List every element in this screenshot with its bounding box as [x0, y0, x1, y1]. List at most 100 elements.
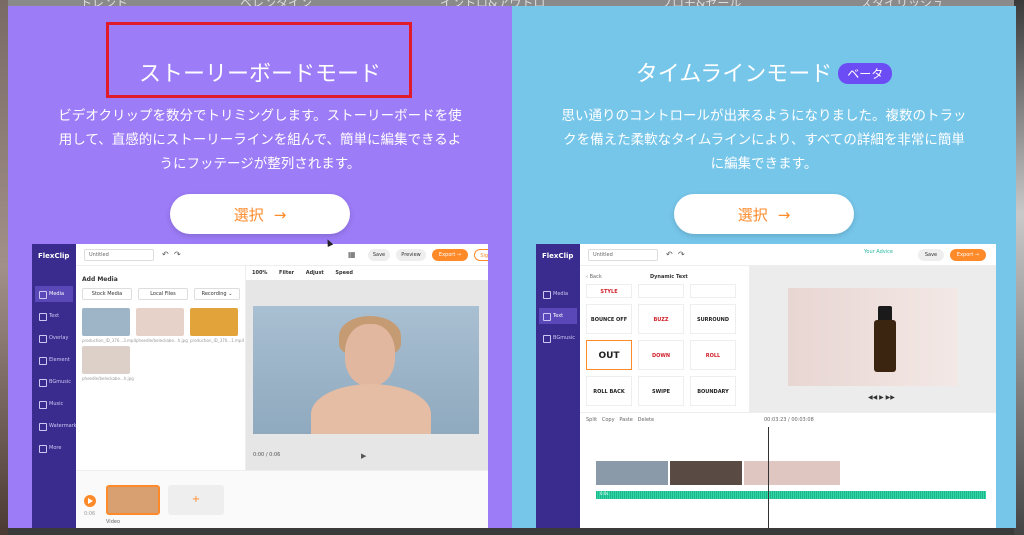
dynamic-text-title: Dynamic Text [650, 274, 688, 280]
media-thumbnail [82, 308, 130, 336]
sidebar-item-overlay: Overlay [35, 330, 73, 346]
save-button: Save [368, 249, 390, 261]
media-filename: pheedle/beleckabe...h.jpg [136, 338, 188, 343]
add-media-heading: Add Media [82, 276, 118, 283]
export-button: Export → [950, 249, 986, 261]
video-controls: 0:00 / 0:06 ▶ [253, 452, 479, 460]
timeline-select-button[interactable]: 選択 → [674, 194, 854, 234]
timecode: 00:03:23 / 00:03:08 [764, 417, 814, 423]
sidebar-item-more: More [35, 440, 73, 456]
advice-link: Your Advice [864, 249, 893, 255]
text-style-tile: BOUNCE OFF [586, 304, 632, 334]
media-thumbnail [82, 346, 130, 374]
speed-tool: Speed [335, 270, 353, 276]
sidebar-item-text: Text [35, 308, 73, 324]
text-style-tile: OUT [586, 340, 632, 370]
timeline-playhead [768, 427, 769, 528]
timeline-video-clip [744, 461, 840, 485]
paste-tool: Paste [619, 417, 633, 423]
audio-label: 0.0s [600, 491, 609, 496]
face-shape [345, 324, 395, 386]
play-button-icon [84, 495, 96, 507]
mode-selection-dialog: ストーリーボードモード ビデオクリップを数分でトリミングします。ストーリーボード… [8, 6, 1016, 528]
media-filename: production_ID_376...3.mp4 [82, 338, 136, 343]
storyboard-editor-preview: FlexClip Media Text Overlay Element BGmu… [32, 244, 488, 528]
delete-tool: Delete [637, 417, 655, 423]
text-style-tile: ROLL BACK [586, 376, 632, 406]
recording-button: Recording ⌄ [194, 288, 240, 300]
media-filename: pheedle/beleckabe...h.jpg [82, 376, 134, 381]
signup-button: Sign Up [474, 249, 488, 261]
sidebar-item-music: Music [35, 396, 73, 412]
storyboard-mode-description: ビデオクリップを数分でトリミングします。ストーリーボードを使 用して、直感的にス… [30, 104, 490, 176]
dynamic-text-panel: ‹ Back Dynamic Text STYLE BOUNCE OFF BUZ… [580, 266, 750, 434]
video-frame-serum-bottle [788, 288, 958, 386]
sidebar-item-media: Media [539, 286, 577, 302]
text-style-tile [638, 284, 684, 298]
text-style-tile: DOWN [638, 340, 684, 370]
sidebar-item-element: Element [35, 352, 73, 368]
storyboard-clip [106, 485, 160, 515]
sidebar-item-media: Media [35, 286, 73, 302]
copy-tool: Copy [601, 417, 615, 423]
description-line: クを備えた柔軟なタイムラインにより、すべての詳細を非常に簡単 [563, 132, 965, 148]
storyboard-mode-panel[interactable]: ストーリーボードモード ビデオクリップを数分でトリミングします。ストーリーボード… [8, 6, 512, 528]
arrow-right-icon: → [777, 205, 791, 224]
sidebar-item-bgmusic: BGmusic [35, 374, 73, 390]
redo-icon: ↷ [678, 250, 685, 259]
local-files-button: Local Files [138, 288, 188, 300]
editor-topbar: Untitled ↶ ↷ Your Advice Save Export → [580, 244, 996, 266]
description-line: 思い通りのコントロールが出来るようになりました。複数のトラッ [561, 108, 967, 124]
text-style-tile: STYLE [586, 284, 632, 298]
storyboard-strip: 0:06 Video + [76, 470, 488, 528]
text-style-tile: ROLL [690, 340, 736, 370]
timeline-audio-track [596, 491, 986, 499]
timeline-area: Split Copy Paste Delete 00:03:23 / 00:03… [580, 412, 996, 528]
background-left-edge [0, 0, 8, 535]
back-link: ‹ Back [586, 274, 602, 280]
timeline-editor-preview: FlexClip Media Text BGmusic Untitled ↶ ↷… [536, 244, 996, 528]
bottle-shape [874, 320, 896, 372]
storyboard-select-button[interactable]: 選択 → [170, 194, 350, 234]
export-button: Export → [432, 249, 468, 261]
playback-controls-icon: ◀◀ ▶ ▶▶ [868, 394, 895, 401]
zoom-level: 100% [252, 270, 268, 276]
project-name-field: Untitled [588, 249, 658, 261]
text-style-tile: SURROUND [690, 304, 736, 334]
timeline-mode-panel[interactable]: タイムラインモード ベータ 思い通りのコントロールが出来るようになりました。複数の… [512, 6, 1016, 528]
beta-badge: ベータ [838, 63, 893, 84]
stage-toolbar: 100% Filter Adjust Speed [246, 266, 488, 280]
grid-icon: ▦ [348, 250, 356, 259]
select-label: 選択 [737, 205, 768, 224]
media-thumbnail [190, 308, 238, 336]
timeline-video-clip [596, 461, 668, 485]
text-style-tile: BUZZ [638, 304, 684, 334]
timeline-video-clip [670, 461, 742, 485]
video-time: 0:00 / 0:06 [253, 452, 281, 458]
project-name-field: Untitled [84, 249, 154, 261]
video-frame-woman [253, 306, 479, 434]
adjust-tool: Adjust [305, 270, 324, 276]
description-line: に編集できます。 [710, 156, 818, 172]
timeline-mode-description: 思い通りのコントロールが出来るようになりました。複数のトラッ クを備えた柔軟なタ… [534, 104, 994, 176]
preview-button: Preview [396, 249, 426, 261]
editor-sidebar: FlexClip Media Text Overlay Element BGmu… [32, 244, 77, 528]
sidebar-item-watermark: Watermark [35, 418, 77, 434]
editor-topbar: Untitled ↶ ↷ ▦ Save Preview Export → Sig… [76, 244, 488, 266]
add-clip-icon: + [168, 485, 224, 515]
storyboard-mode-title: ストーリーボードモード [138, 62, 381, 87]
description-line: 用して、直感的にストーリーラインを組んで、簡単に編集できるよ [58, 132, 462, 148]
preview-stage: ◀◀ ▶ ▶▶ [750, 266, 996, 412]
timeline-mode-title-row: タイムラインモード ベータ [512, 56, 1016, 88]
sidebar-item-bgmusic: BGmusic [539, 330, 577, 346]
preview-stage: 100% Filter Adjust Speed 0:00 / 0:06 ▶ [246, 266, 488, 470]
arrow-right-icon: → [273, 205, 287, 224]
text-style-tile: BOUNDARY LEFT [690, 376, 736, 425]
stock-media-button: Stock Media [82, 288, 132, 300]
filter-tool: Filter [279, 270, 295, 276]
media-thumbnail [136, 308, 184, 336]
save-button: Save [918, 249, 944, 261]
shoulders-shape [311, 384, 431, 434]
play-icon: ▶ [361, 452, 367, 460]
select-label: 選択 [233, 205, 264, 224]
